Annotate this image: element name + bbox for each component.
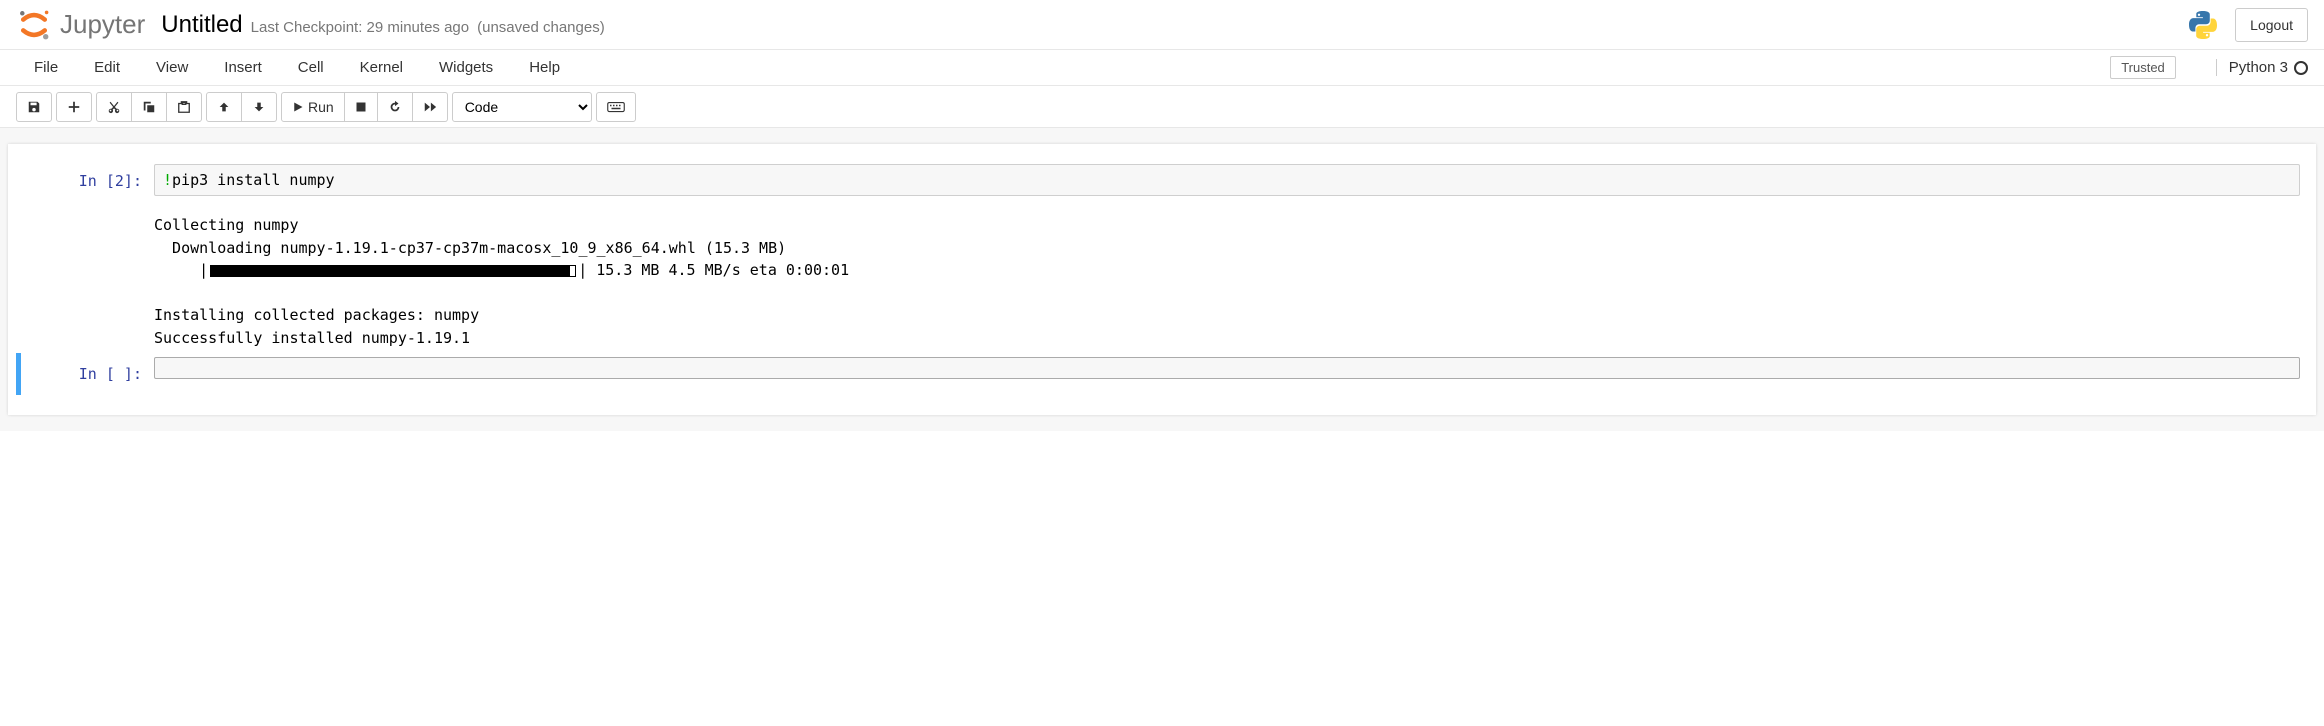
- unsaved-status: (unsaved changes): [477, 19, 605, 36]
- output-line: Collecting numpy: [154, 216, 299, 234]
- code-text: pip3 install numpy: [172, 171, 335, 189]
- insert-cell-button[interactable]: [56, 92, 92, 122]
- notebook-title[interactable]: Untitled: [161, 11, 242, 39]
- menu-kernel[interactable]: Kernel: [342, 51, 421, 84]
- cell-output: Collecting numpy Downloading numpy-1.19.…: [16, 206, 2308, 353]
- kernel-name: Python 3: [2229, 59, 2288, 76]
- python-icon: [2187, 9, 2219, 41]
- play-icon: [292, 101, 304, 113]
- cut-icon: [107, 100, 121, 114]
- notebook-container: In [2]: !pip3 install numpy Collecting n…: [0, 128, 2324, 431]
- logo-text: Jupyter: [60, 9, 145, 40]
- keyboard-icon: [607, 101, 625, 113]
- restart-button[interactable]: [378, 92, 413, 122]
- save-button[interactable]: [16, 92, 52, 122]
- output-progress-line: | | 15.3 MB 4.5 MB/s eta 0:00:01: [154, 259, 2308, 282]
- code-cell[interactable]: In [ ]:: [16, 353, 2308, 395]
- notebook: In [2]: !pip3 install numpy Collecting n…: [8, 144, 2316, 415]
- arrow-down-icon: [252, 100, 266, 114]
- run-button[interactable]: Run: [281, 92, 345, 122]
- jupyter-icon: [16, 7, 52, 43]
- restart-run-all-button[interactable]: [413, 92, 448, 122]
- output-line: Installing collected packages: numpy: [154, 306, 479, 324]
- move-down-button[interactable]: [242, 92, 277, 122]
- code-cell[interactable]: In [2]: !pip3 install numpy: [16, 160, 2308, 202]
- menu-file[interactable]: File: [16, 51, 76, 84]
- title-area: Untitled Last Checkpoint: 29 minutes ago…: [161, 11, 604, 39]
- checkpoint-status: Last Checkpoint: 29 minutes ago: [251, 19, 469, 36]
- menu-insert[interactable]: Insert: [206, 51, 280, 84]
- copy-icon: [142, 100, 156, 114]
- plus-icon: [67, 100, 81, 114]
- interrupt-button[interactable]: [345, 92, 378, 122]
- command-palette-button[interactable]: [596, 92, 636, 122]
- code-input[interactable]: [154, 357, 2300, 379]
- kernel-indicator[interactable]: Python 3: [2216, 59, 2308, 76]
- progress-suffix: | 15.3 MB 4.5 MB/s eta 0:00:01: [578, 259, 849, 282]
- menu-widgets[interactable]: Widgets: [421, 51, 511, 84]
- arrow-up-icon: [217, 100, 231, 114]
- jupyter-logo[interactable]: Jupyter: [16, 7, 145, 43]
- move-up-button[interactable]: [206, 92, 242, 122]
- logout-button[interactable]: Logout: [2235, 8, 2308, 42]
- paste-icon: [177, 100, 191, 114]
- kernel-status-icon: [2294, 61, 2308, 75]
- input-prompt: In [2]:: [24, 164, 154, 198]
- progress-bar: [210, 259, 576, 282]
- paste-button[interactable]: [167, 92, 202, 122]
- notebook-header: Jupyter Untitled Last Checkpoint: 29 min…: [0, 0, 2324, 50]
- menubar: File Edit View Insert Cell Kernel Widget…: [0, 50, 2324, 86]
- cut-button[interactable]: [96, 92, 132, 122]
- menu-cell[interactable]: Cell: [280, 51, 342, 84]
- stop-icon: [355, 101, 367, 113]
- run-label: Run: [308, 99, 334, 115]
- shell-bang: !: [163, 171, 172, 189]
- menu-view[interactable]: View: [138, 51, 206, 84]
- restart-icon: [388, 100, 402, 114]
- output-line: Downloading numpy-1.19.1-cp37-cp37m-maco…: [154, 239, 786, 257]
- menu-help[interactable]: Help: [511, 51, 578, 84]
- copy-button[interactable]: [132, 92, 167, 122]
- progress-prefix: |: [154, 259, 208, 282]
- cell-type-select[interactable]: Code: [452, 92, 592, 122]
- save-icon: [27, 100, 41, 114]
- trusted-indicator[interactable]: Trusted: [2110, 56, 2176, 79]
- menu-edit[interactable]: Edit: [76, 51, 138, 84]
- input-prompt: In [ ]:: [24, 357, 154, 391]
- fast-forward-icon: [423, 100, 437, 114]
- toolbar: Run Code: [0, 86, 2324, 128]
- output-line: Successfully installed numpy-1.19.1: [154, 329, 470, 347]
- code-input[interactable]: !pip3 install numpy: [154, 164, 2300, 196]
